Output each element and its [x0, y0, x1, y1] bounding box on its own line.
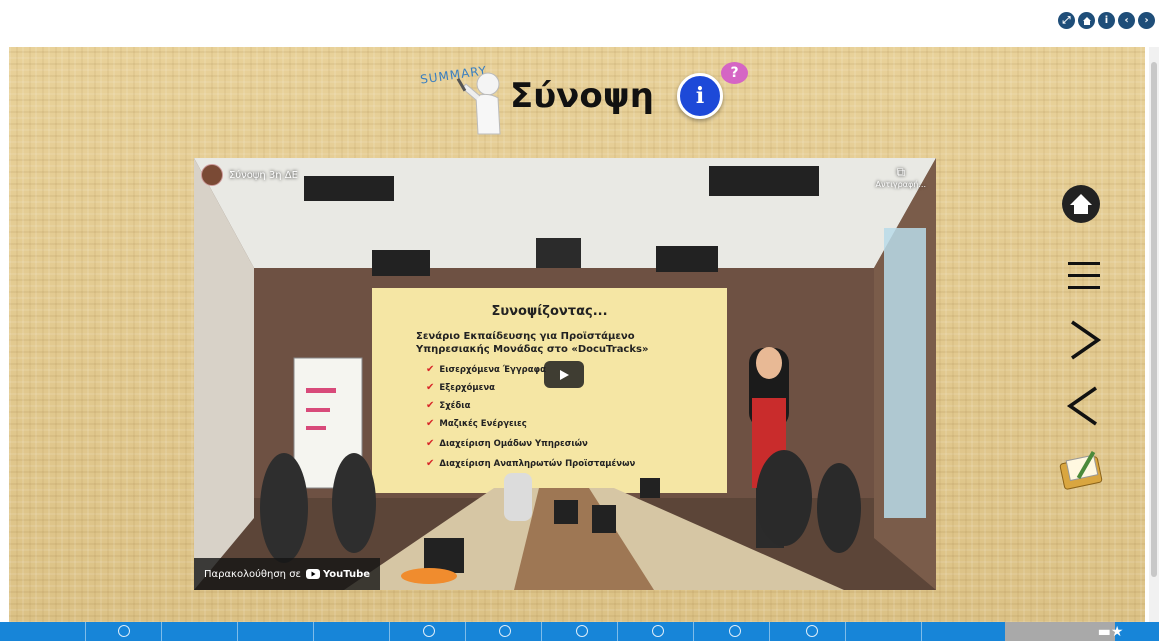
chevron-right-icon[interactable]: › [1138, 12, 1155, 29]
watch-on-youtube[interactable]: Παρακολούθηση σε YouTube [194, 558, 381, 590]
progress-dot[interactable] [499, 625, 511, 637]
youtube-label: YouTube [322, 568, 371, 580]
progress-dot[interactable] [118, 625, 130, 637]
notebook-icon[interactable] [1056, 446, 1108, 496]
progress-dot[interactable] [423, 625, 435, 637]
youtube-icon [305, 569, 320, 579]
play-icon [560, 369, 569, 380]
slide-item: ✔ Εξερχόμενα [426, 382, 495, 393]
slide-heading: Συνοψίζοντας... [491, 304, 608, 319]
progress-dot[interactable] [729, 625, 741, 637]
slide-item: ✔ Διαχείριση Ομάδων Υπηρεσιών [426, 438, 588, 449]
page-title: Σύνοψη [510, 76, 654, 116]
next-icon[interactable] [1064, 318, 1106, 366]
play-button[interactable] [544, 361, 584, 388]
watch-on-label: Παρακολούθηση σε [204, 568, 301, 580]
check-icon: ✔ [426, 418, 435, 429]
copy-icon: ⧉ [896, 165, 906, 179]
video-title[interactable]: Σύνοψη 3η ΔΕ [229, 170, 298, 181]
progress-segment[interactable] [845, 622, 921, 641]
header: SUMMARY Σύνοψη i ? [410, 58, 770, 148]
home-icon[interactable] [1056, 183, 1106, 229]
check-icon: ✔ [426, 458, 435, 469]
channel-avatar[interactable] [201, 164, 223, 186]
progress-bar: ▬★ [0, 622, 1159, 641]
presentation-slide: Συνοψίζοντας... Σενάριο Εκπαίδευσης για … [372, 288, 727, 493]
star-icon[interactable]: ▬★ [1092, 622, 1129, 641]
youtube-logo: YouTube [305, 568, 371, 580]
check-icon: ✔ [426, 382, 435, 393]
slide-item: ✔ Σχέδια [426, 400, 471, 411]
chevron-left-icon[interactable]: ‹ [1118, 12, 1135, 29]
slide-item: ✔ Διαχείριση Αναπληρωτών Προϊσταμένων [426, 458, 636, 469]
copy-link-label: Αντιγραφή... [875, 180, 926, 189]
menu-icon[interactable] [1064, 257, 1104, 299]
progress-dot[interactable] [652, 625, 664, 637]
help-bubble-icon[interactable]: ? [721, 62, 748, 84]
progress-segment[interactable] [161, 622, 237, 641]
copy-link-button[interactable]: ⧉ Αντιγραφή... [875, 165, 926, 189]
progress-segment[interactable] [313, 622, 389, 641]
mascot-icon [456, 72, 501, 135]
progress-dot[interactable] [806, 625, 818, 637]
progress-dot[interactable] [576, 625, 588, 637]
top-bar: ⤢ i ‹ › [0, 0, 1159, 46]
fullscreen-icon[interactable]: ⤢ [1058, 12, 1075, 29]
video-player[interactable]: Συνοψίζοντας... Σενάριο Εκπαίδευσης για … [194, 158, 936, 590]
info-icon[interactable]: i [1098, 12, 1115, 29]
check-icon: ✔ [426, 364, 435, 375]
scrollbar-thumb[interactable] [1151, 62, 1157, 577]
info-button[interactable]: i [677, 73, 723, 119]
previous-icon[interactable] [1062, 384, 1104, 432]
check-icon: ✔ [426, 438, 435, 449]
check-icon: ✔ [426, 400, 435, 411]
slide-subtitle: Σενάριο Εκπαίδευσης για Προϊστάμενο Υπηρ… [416, 331, 649, 355]
home-icon[interactable] [1078, 12, 1095, 29]
progress-segment[interactable] [237, 622, 313, 641]
progress-segment[interactable] [921, 622, 1005, 641]
slide-item: ✔ Μαζικές Ενέργειες [426, 418, 527, 429]
slide-item: ✔ Εισερχόμενα Έγγραφα [426, 364, 547, 375]
